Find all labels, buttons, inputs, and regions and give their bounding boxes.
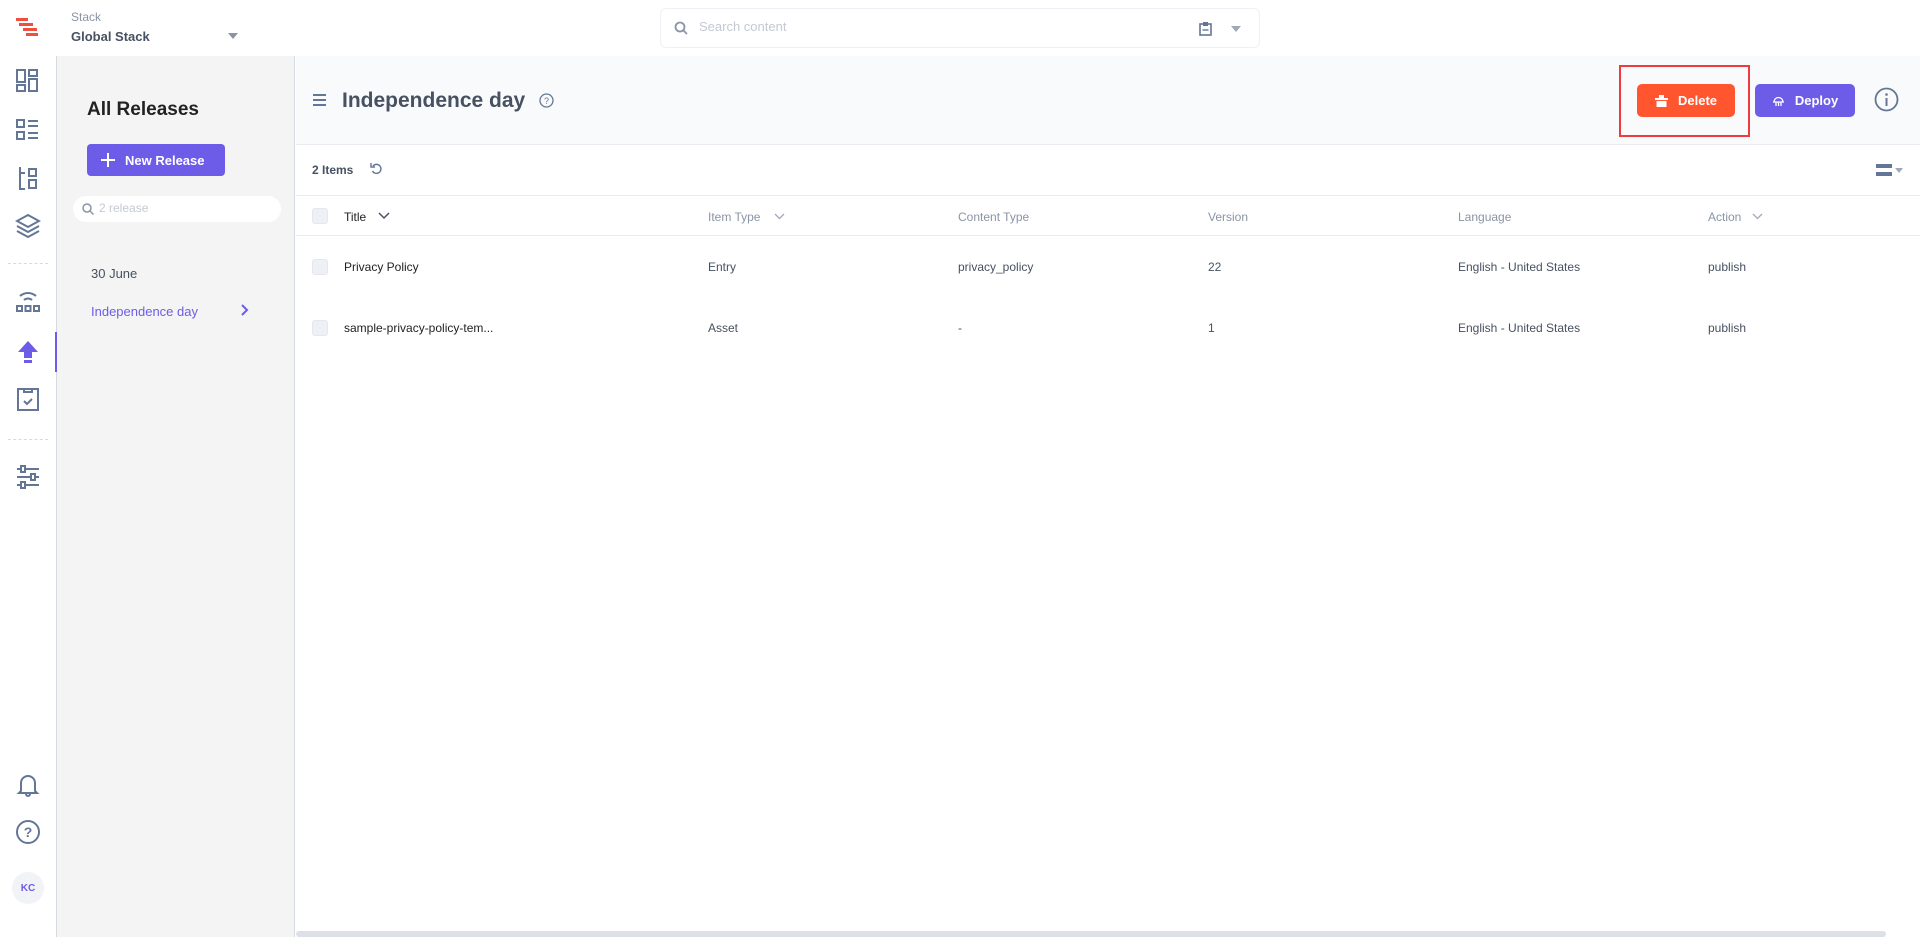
- cell-language: English - United States: [1458, 321, 1581, 335]
- workflow-tasks-icon[interactable]: [15, 386, 41, 412]
- chevron-down-icon[interactable]: [1752, 213, 1763, 220]
- releases-icon[interactable]: [15, 339, 41, 365]
- deploy-icon: [1772, 96, 1784, 106]
- cell-version: 22: [1208, 260, 1222, 274]
- column-content-type: Content Type: [958, 210, 1030, 224]
- deploy-label: Deploy: [1794, 93, 1839, 108]
- release-header: Independence day ? Delete Deploy: [296, 56, 1920, 145]
- delete-button[interactable]: Delete: [1637, 84, 1735, 117]
- caret-down-icon[interactable]: [1231, 26, 1241, 32]
- search-bar: [660, 8, 1260, 48]
- entries-icon[interactable]: [15, 117, 41, 143]
- divider: [8, 439, 48, 440]
- release-item-30-june[interactable]: 30 June: [91, 266, 137, 281]
- plus-icon: [101, 153, 115, 167]
- stack-label: Stack: [71, 10, 102, 24]
- chevron-right-icon[interactable]: [241, 304, 249, 316]
- release-search-input[interactable]: [99, 201, 269, 215]
- horizontal-scrollbar[interactable]: [296, 931, 1886, 937]
- chevron-down-icon[interactable]: [378, 212, 390, 220]
- items-count: 2 Items: [312, 163, 354, 177]
- new-release-button[interactable]: New Release: [87, 144, 225, 176]
- cell-language: English - United States: [1458, 260, 1581, 274]
- cell-action: publish: [1708, 321, 1747, 335]
- cell-title[interactable]: Privacy Policy: [344, 260, 419, 274]
- notifications-icon[interactable]: [15, 772, 41, 798]
- releases-sidebar: All Releases New Release 30 June Indepen…: [57, 56, 295, 937]
- release-search: [73, 196, 281, 222]
- table-row[interactable]: sample-privacy-policy-tem... Asset - 1 E…: [296, 297, 1920, 358]
- cell-title[interactable]: sample-privacy-policy-tem...: [344, 321, 493, 335]
- search-input[interactable]: [699, 19, 1179, 34]
- avatar[interactable]: KC: [12, 872, 44, 904]
- saved-searches-icon[interactable]: [1199, 22, 1212, 36]
- delete-label: Delete: [1677, 93, 1718, 108]
- column-version: Version: [1208, 210, 1249, 224]
- column-item-type[interactable]: Item Type: [708, 210, 760, 224]
- top-bar: Stack Global Stack: [0, 0, 1920, 56]
- cell-content-type: privacy_policy: [958, 260, 1034, 274]
- search-icon: [82, 203, 94, 215]
- column-selector-icon[interactable]: [1876, 163, 1904, 177]
- cell-version: 1: [1208, 321, 1215, 335]
- refresh-icon[interactable]: [370, 162, 383, 175]
- column-action[interactable]: Action: [1708, 210, 1741, 224]
- select-all-checkbox[interactable]: [312, 208, 328, 224]
- svg-text:?: ?: [544, 96, 549, 106]
- icon-rail: ? KC: [0, 56, 57, 937]
- release-detail: Independence day ? Delete Deploy 2 Items…: [296, 56, 1920, 937]
- cell-action: publish: [1708, 260, 1747, 274]
- info-icon[interactable]: [1874, 87, 1899, 112]
- stack-name: Global Stack: [71, 29, 150, 44]
- content-models-icon[interactable]: [15, 165, 41, 191]
- trash-icon: [1654, 94, 1668, 107]
- list-toolbar: 2 Items: [296, 145, 1920, 196]
- table-row[interactable]: Privacy Policy Entry privacy_policy 22 E…: [296, 236, 1920, 297]
- column-language: Language: [1458, 210, 1512, 224]
- column-title[interactable]: Title: [344, 210, 366, 224]
- cell-item-type: Entry: [708, 260, 737, 274]
- stack-selector[interactable]: Stack Global Stack: [71, 10, 150, 44]
- caret-down-icon[interactable]: [228, 33, 238, 39]
- search-icon: [674, 21, 688, 35]
- settings-icon[interactable]: [15, 464, 41, 490]
- dashboard-icon[interactable]: [15, 68, 41, 94]
- chevron-down-icon[interactable]: [774, 213, 785, 220]
- row-checkbox[interactable]: [312, 259, 328, 275]
- divider: [8, 263, 48, 264]
- table-header: Title Item Type Content Type Version Lan…: [296, 196, 1920, 236]
- release-item-independence-day[interactable]: Independence day: [91, 304, 198, 319]
- page-title: Independence day: [342, 89, 526, 112]
- new-release-label: New Release: [125, 152, 205, 168]
- deploy-button[interactable]: Deploy: [1755, 84, 1855, 117]
- row-checkbox[interactable]: [312, 320, 328, 336]
- cell-item-type: Asset: [708, 321, 739, 335]
- help-icon[interactable]: ?: [539, 93, 554, 108]
- sidebar-title: All Releases: [87, 99, 199, 120]
- menu-icon[interactable]: [313, 94, 326, 106]
- cell-content-type: -: [958, 321, 962, 335]
- extensions-icon[interactable]: [15, 288, 41, 314]
- help-icon[interactable]: ?: [15, 819, 41, 845]
- contentstack-logo[interactable]: [14, 14, 42, 40]
- assets-icon[interactable]: [15, 213, 41, 239]
- svg-text:?: ?: [24, 824, 33, 840]
